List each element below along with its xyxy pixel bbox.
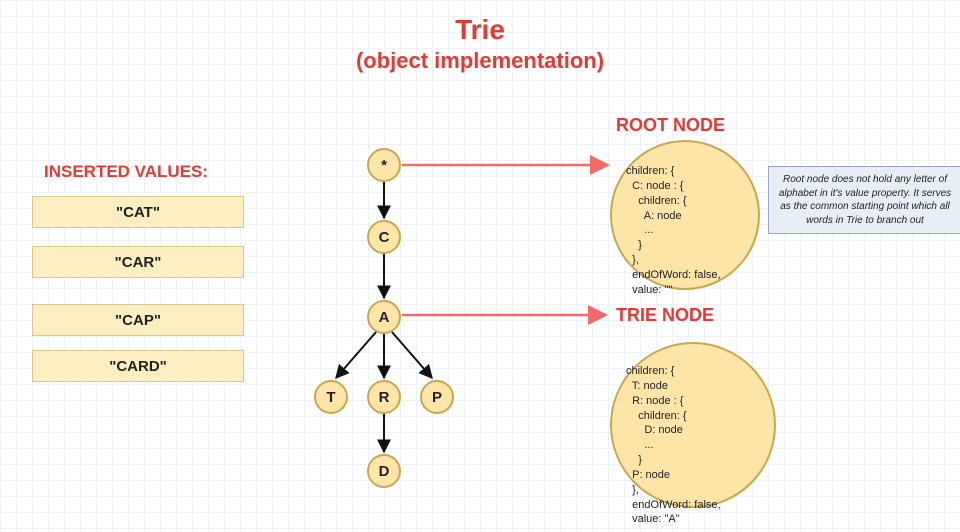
root-note-text: Root node does not hold any letter of al… bbox=[779, 174, 951, 226]
inserted-value-text: "CARD" bbox=[109, 358, 167, 375]
inserted-value-text: "CAP" bbox=[115, 312, 161, 329]
inserted-value-box: "CAR" bbox=[32, 246, 244, 278]
root-node-object: children: { C: node : { children: { A: n… bbox=[610, 140, 760, 290]
inserted-value-box: "CAP" bbox=[32, 304, 244, 336]
node-label: A bbox=[379, 309, 390, 326]
root-note: Root node does not hold any letter of al… bbox=[768, 166, 960, 234]
node-label: C bbox=[379, 229, 390, 246]
node-label: R bbox=[379, 389, 390, 406]
inserted-value-box: "CARD" bbox=[32, 350, 244, 382]
trie-node-d: D bbox=[367, 454, 401, 488]
trie-node-object-text: children: { T: node R: node : { children… bbox=[626, 365, 721, 525]
trie-node-a: A bbox=[367, 300, 401, 334]
title: Trie bbox=[0, 14, 960, 46]
subtitle: (object implementation) bbox=[0, 48, 960, 74]
diagram-layer: Trie (object implementation) INSERTED VA… bbox=[0, 0, 960, 532]
inserted-value-text: "CAT" bbox=[116, 204, 160, 221]
root-node-object-text: children: { C: node : { children: { A: n… bbox=[626, 165, 721, 296]
inserted-value-box: "CAT" bbox=[32, 196, 244, 228]
trie-node-root: * bbox=[367, 148, 401, 182]
node-label: P bbox=[432, 389, 442, 406]
trie-node-r: R bbox=[367, 380, 401, 414]
trie-node-c: C bbox=[367, 220, 401, 254]
node-label: * bbox=[381, 157, 387, 174]
trie-node-t: T bbox=[314, 380, 348, 414]
inserted-values-heading: INSERTED VALUES: bbox=[44, 162, 208, 182]
node-label: T bbox=[326, 389, 335, 406]
trie-node-p: P bbox=[420, 380, 454, 414]
trie-node-label: TRIE NODE bbox=[616, 305, 714, 326]
inserted-value-text: "CAR" bbox=[115, 254, 162, 271]
root-node-label: ROOT NODE bbox=[616, 115, 725, 136]
trie-node-object: children: { T: node R: node : { children… bbox=[610, 342, 776, 508]
node-label: D bbox=[379, 463, 390, 480]
